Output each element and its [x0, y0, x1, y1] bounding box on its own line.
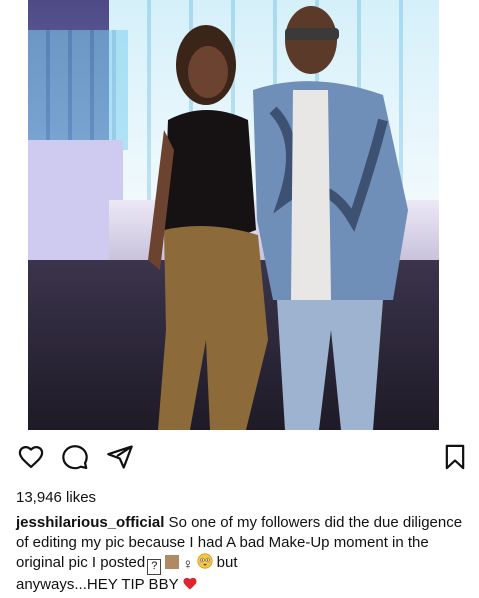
unknown-glyph-box: ? [147, 559, 162, 575]
photo-person-man [253, 6, 408, 430]
caption-tail: anyways...HEY TIP BBY [16, 576, 179, 593]
comment-bubble-icon [62, 445, 88, 470]
share-button[interactable] [103, 440, 137, 474]
caption-but: but [212, 554, 238, 571]
heart-outline-icon [18, 445, 44, 469]
red-heart-emoji-icon [182, 575, 198, 591]
paper-plane-icon [107, 445, 133, 469]
save-button[interactable] [438, 440, 472, 474]
caption-username[interactable]: jesshilarious_official [16, 514, 164, 531]
skin-tone-swatch-icon [165, 555, 180, 569]
photo-background-left [28, 30, 128, 150]
flushed-face-emoji-icon [196, 553, 213, 569]
like-button[interactable] [14, 440, 48, 474]
comment-button[interactable] [58, 440, 92, 474]
female-sign-icon: ♀ [182, 556, 194, 573]
post-photo[interactable] [28, 0, 439, 430]
bookmark-icon [445, 444, 465, 470]
post-action-bar [0, 440, 479, 480]
post-caption: jesshilarious_official So one of my foll… [16, 513, 466, 595]
likes-count[interactable]: 13,946 likes [16, 489, 96, 506]
